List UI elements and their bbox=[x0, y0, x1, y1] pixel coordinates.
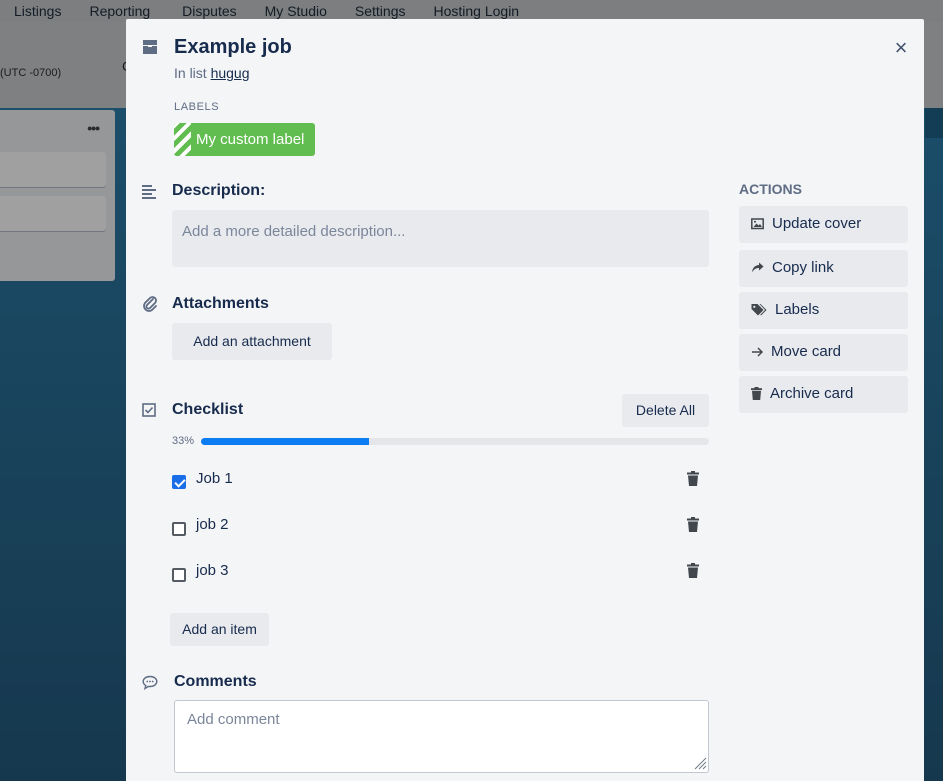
in-list-prefix: In list bbox=[174, 65, 207, 81]
label-chip[interactable]: My custom label bbox=[174, 123, 315, 156]
add-attachment-button[interactable]: Add an attachment bbox=[172, 323, 332, 360]
move-card-label: Move card bbox=[771, 343, 842, 360]
in-list-text: In list hugug bbox=[174, 65, 250, 81]
comment-input[interactable]: Add comment bbox=[174, 700, 709, 773]
delete-all-button[interactable]: Delete All bbox=[622, 394, 709, 427]
checklist-checkbox[interactable] bbox=[172, 475, 186, 489]
trash-icon[interactable] bbox=[687, 471, 699, 486]
labels-label: Labels bbox=[775, 301, 820, 318]
comments-title: Comments bbox=[174, 673, 257, 690]
checklist-item-text[interactable]: Job 1 bbox=[196, 470, 233, 487]
checklist-item-text[interactable]: job 2 bbox=[196, 516, 229, 533]
label-stripes bbox=[174, 123, 191, 156]
description-input[interactable]: Add a more detailed description... bbox=[172, 210, 709, 267]
checklist-progress-bar bbox=[201, 438, 709, 445]
card-title[interactable]: Example job bbox=[174, 36, 292, 59]
add-item-button[interactable]: Add an item bbox=[170, 613, 269, 646]
labels-button[interactable]: Labels bbox=[739, 292, 908, 329]
description-title: Description: bbox=[172, 182, 266, 199]
checklist-item-text[interactable]: job 3 bbox=[196, 562, 229, 579]
list-name-link[interactable]: hugug bbox=[211, 65, 250, 81]
move-card-button[interactable]: Move card bbox=[739, 334, 908, 371]
update-cover-label: Update cover bbox=[772, 215, 862, 232]
checklist-progress-percent: 33% bbox=[172, 435, 195, 447]
resize-handle-icon[interactable] bbox=[693, 756, 707, 770]
paperclip-icon bbox=[142, 295, 158, 313]
checklist-title: Checklist bbox=[172, 401, 244, 418]
card-icon bbox=[142, 39, 158, 55]
comment-icon bbox=[142, 675, 158, 690]
update-cover-button[interactable]: Update cover bbox=[739, 206, 908, 243]
copy-link-label: Copy link bbox=[772, 259, 834, 276]
archive-card-button[interactable]: Archive card bbox=[739, 376, 908, 413]
label-text: My custom label bbox=[196, 131, 305, 148]
trash-icon[interactable] bbox=[687, 563, 699, 578]
copy-link-button[interactable]: Copy link bbox=[739, 250, 908, 287]
attachments-title: Attachments bbox=[172, 295, 269, 312]
card-detail-modal: Example job In list hugug × LABELS My cu… bbox=[126, 19, 924, 781]
image-icon bbox=[751, 217, 764, 234]
arrow-right-icon bbox=[751, 345, 764, 362]
checklist-progress-fill bbox=[201, 438, 369, 445]
checklist-checkbox[interactable] bbox=[172, 522, 186, 536]
description-icon bbox=[142, 185, 158, 199]
checklist-checkbox[interactable] bbox=[172, 568, 186, 582]
share-arrow-icon bbox=[751, 261, 764, 278]
actions-heading: ACTIONS bbox=[739, 181, 802, 197]
tags-icon bbox=[751, 303, 767, 320]
close-icon[interactable]: × bbox=[889, 36, 913, 60]
checklist-icon bbox=[142, 403, 156, 417]
trash-icon bbox=[751, 387, 762, 404]
labels-heading: LABELS bbox=[174, 101, 220, 113]
archive-card-label: Archive card bbox=[770, 385, 854, 402]
trash-icon[interactable] bbox=[687, 517, 699, 532]
